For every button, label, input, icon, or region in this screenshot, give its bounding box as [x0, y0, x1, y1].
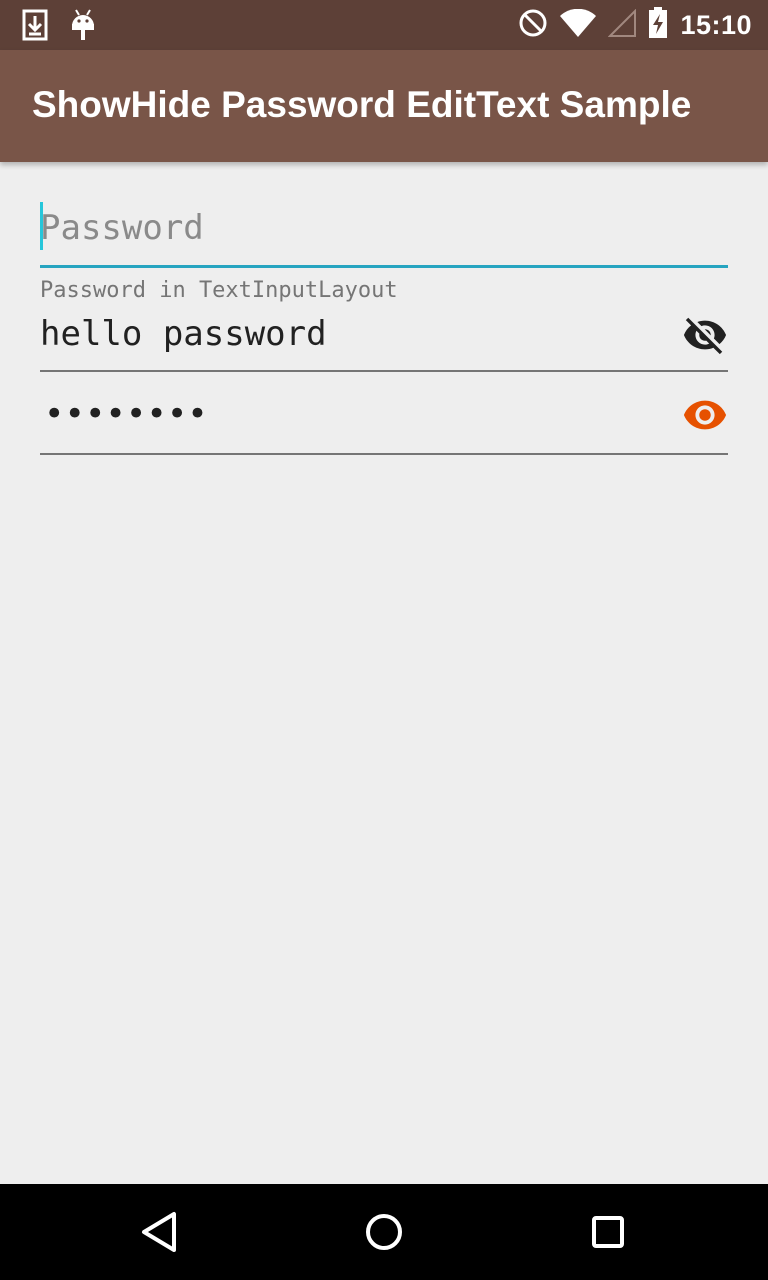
app-bar: ShowHide Password EditText Sample: [0, 50, 768, 162]
wifi-icon: [560, 8, 597, 41]
visibility-off-icon[interactable]: [682, 312, 728, 358]
password-field[interactable]: Password: [40, 202, 728, 268]
textinputlayout-password-field[interactable]: Password in TextInputLayout hello passwo…: [40, 278, 728, 372]
battery-charging-icon: [648, 7, 668, 43]
cell-signal-icon: [608, 8, 637, 41]
visibility-icon[interactable]: [682, 392, 728, 438]
home-icon[interactable]: [360, 1208, 408, 1256]
masked-password-field[interactable]: ••••••••: [40, 380, 728, 455]
status-left-icons: [22, 8, 96, 46]
download-icon: [22, 9, 48, 45]
do-not-disturb-icon: [518, 8, 548, 42]
password-placeholder: Password: [40, 208, 204, 248]
field-underline: [40, 453, 728, 455]
field-underline: [40, 370, 728, 372]
password-value[interactable]: hello password: [40, 314, 327, 354]
field-underline-focused: [40, 265, 728, 268]
status-right-icons: 15:10: [518, 6, 752, 44]
status-time: 15:10: [680, 9, 752, 40]
masked-password-value[interactable]: ••••••••: [44, 394, 208, 434]
recents-icon[interactable]: [584, 1208, 632, 1256]
status-bar: 15:10: [0, 0, 768, 50]
navigation-bar: [0, 1184, 768, 1280]
back-icon[interactable]: [136, 1208, 184, 1256]
floating-hint-label: Password in TextInputLayout: [40, 278, 398, 303]
android-icon: [70, 8, 96, 46]
app-title: ShowHide Password EditText Sample: [32, 84, 692, 125]
